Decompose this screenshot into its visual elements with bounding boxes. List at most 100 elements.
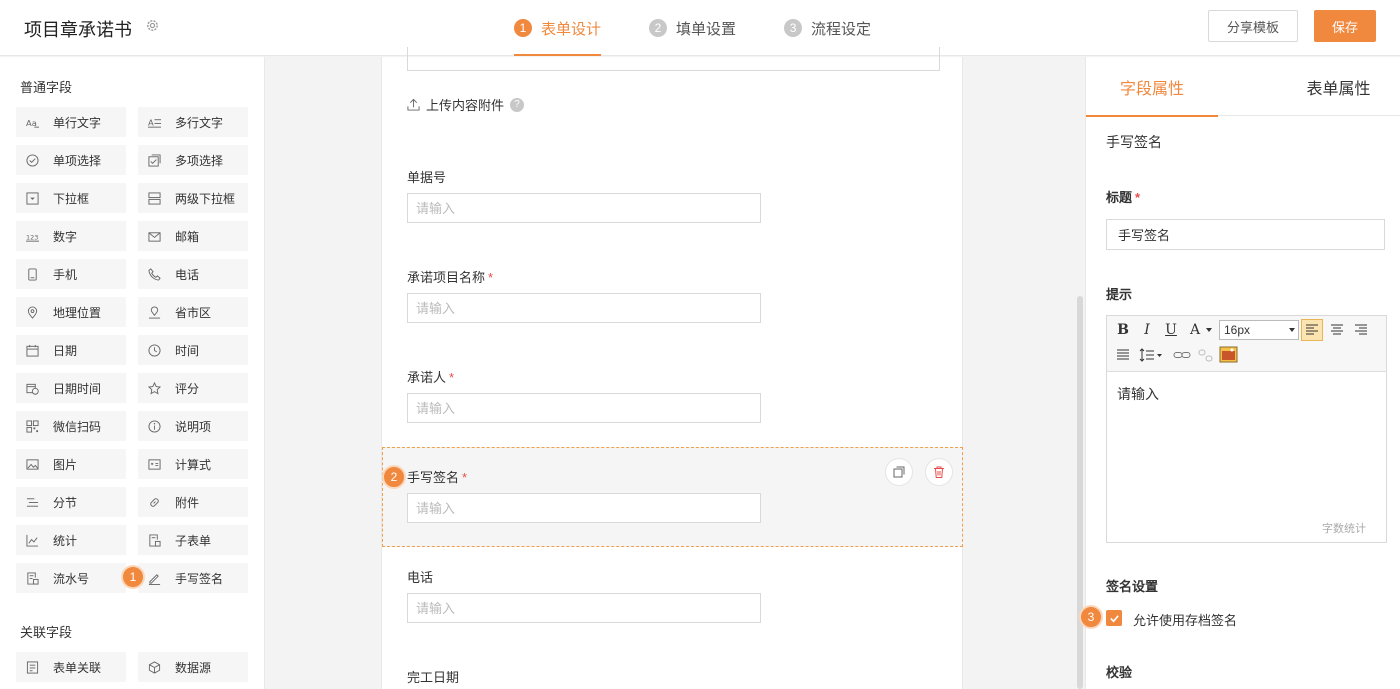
field-date[interactable]: 日期 bbox=[16, 335, 126, 365]
allow-archive-signature-checkbox[interactable] bbox=[1106, 610, 1122, 626]
field-image[interactable]: 图片 bbox=[16, 449, 126, 479]
validation-label: 校验 bbox=[1106, 665, 1133, 680]
text-aa-icon: Aa bbox=[26, 118, 39, 128]
field-formula[interactable]: 计算式 bbox=[138, 449, 248, 479]
step-badge-3: 3 bbox=[1079, 605, 1103, 629]
subform-icon bbox=[149, 533, 161, 547]
field-label: 子表单 bbox=[175, 533, 212, 548]
step-label: 流程设定 bbox=[811, 20, 872, 38]
field-location[interactable]: 地理位置 bbox=[16, 297, 126, 327]
justify-icon[interactable] bbox=[1115, 347, 1131, 363]
section-lines-icon bbox=[26, 497, 39, 507]
field-attachment[interactable]: 附件 bbox=[138, 487, 248, 517]
field-multi-choice[interactable]: 多项选择 bbox=[138, 145, 248, 175]
title-input[interactable] bbox=[1106, 219, 1385, 250]
bold-button[interactable]: B bbox=[1115, 320, 1131, 340]
field-label: 计算式 bbox=[175, 457, 212, 472]
field-label: 评分 bbox=[175, 381, 200, 396]
field-subform[interactable]: 子表单 bbox=[138, 525, 248, 555]
align-center-icon[interactable] bbox=[1329, 322, 1345, 338]
field-number[interactable]: 123 数字 bbox=[16, 221, 126, 251]
italic-button[interactable]: I bbox=[1139, 320, 1155, 340]
field-label: 手写签名 bbox=[175, 571, 224, 586]
promisor-input[interactable] bbox=[407, 393, 761, 423]
field-dropdown[interactable]: 下拉框 bbox=[16, 183, 126, 213]
field-title: 单据号 bbox=[407, 170, 447, 185]
svg-text:A: A bbox=[148, 117, 154, 127]
field-province-city[interactable]: 省市区 bbox=[138, 297, 248, 327]
underline-button[interactable]: U bbox=[1163, 320, 1179, 340]
field-email[interactable]: 邮箱 bbox=[138, 221, 248, 251]
share-template-button[interactable]: 分享模板 bbox=[1208, 10, 1298, 42]
field-label: 附件 bbox=[175, 495, 200, 510]
checkmark-icon bbox=[1109, 614, 1119, 622]
field-datetime[interactable]: 日期时间 bbox=[16, 373, 126, 403]
gear-icon[interactable] bbox=[145, 18, 160, 33]
title-label: 标题 * bbox=[1106, 190, 1141, 205]
clock-icon bbox=[148, 343, 161, 357]
field-label: 表单关联 bbox=[53, 660, 102, 675]
related-fields-title: 关联字段 bbox=[20, 625, 73, 640]
field-palette: 普通字段 Aa 单行文字 A 多行文字 单项选择 多项选择 下拉框 两级下拉框 12… bbox=[0, 57, 265, 689]
field-time[interactable]: 时间 bbox=[138, 335, 248, 365]
common-fields-title: 普通字段 bbox=[20, 80, 73, 95]
font-size-value: 16px bbox=[1224, 323, 1251, 337]
delete-field-button[interactable] bbox=[925, 458, 953, 486]
step-badge-2: 2 bbox=[382, 465, 406, 489]
checkbox-icon bbox=[148, 153, 161, 167]
field-rating[interactable]: 评分 bbox=[138, 373, 248, 403]
font-size-select[interactable]: 16px bbox=[1219, 320, 1299, 340]
field-label: 邮箱 bbox=[175, 229, 200, 244]
project-name-input[interactable] bbox=[407, 293, 761, 323]
step-badge-1: 1 bbox=[121, 565, 145, 589]
hint-editor-content[interactable]: 请输入 bbox=[1117, 384, 1159, 404]
field-label: 两级下拉框 bbox=[175, 191, 236, 206]
info-icon bbox=[148, 419, 161, 433]
field-data-source[interactable]: 数据源 bbox=[138, 652, 248, 682]
field-handwritten-signature[interactable]: 手写签名 bbox=[138, 563, 248, 593]
field-label: 时间 bbox=[175, 343, 200, 358]
signature-input[interactable] bbox=[407, 493, 761, 523]
canvas-scrollbar[interactable] bbox=[1077, 296, 1083, 689]
field-single-choice[interactable]: 单项选择 bbox=[16, 145, 126, 175]
field-title: 手写签名 * bbox=[407, 470, 468, 485]
field-phone[interactable]: 电话 bbox=[138, 259, 248, 289]
field-form-relation[interactable]: 表单关联 bbox=[16, 652, 126, 682]
document-number-input[interactable] bbox=[407, 193, 761, 223]
field-serial-number[interactable]: 流水号 bbox=[16, 563, 126, 593]
field-statistics[interactable]: 统计 bbox=[16, 525, 126, 555]
field-cascade-dropdown[interactable]: 两级下拉框 bbox=[138, 183, 248, 213]
field-label: 日期时间 bbox=[53, 381, 102, 396]
tab-field-properties[interactable]: 字段属性 bbox=[1086, 57, 1218, 117]
unlink-icon[interactable] bbox=[1197, 347, 1215, 363]
font-color-button[interactable]: A bbox=[1187, 320, 1203, 340]
calendar-icon bbox=[26, 344, 39, 357]
map-pin-icon bbox=[148, 306, 161, 319]
tab-form-properties[interactable]: 表单属性 bbox=[1276, 57, 1400, 116]
field-mobile[interactable]: 手机 bbox=[16, 259, 126, 289]
copy-field-button[interactable] bbox=[885, 458, 913, 486]
link-icon[interactable] bbox=[1173, 347, 1191, 363]
step-label: 表单设计 bbox=[541, 20, 602, 38]
phone-icon bbox=[148, 267, 161, 281]
field-description[interactable]: 说明项 bbox=[138, 411, 248, 441]
field-title: 完工日期 bbox=[407, 670, 460, 685]
form-title: 项目章承诺书 bbox=[24, 20, 132, 40]
upload-attachment-link[interactable]: 上传内容附件 ? bbox=[407, 95, 525, 114]
field-label: 微信扫码 bbox=[53, 419, 102, 434]
help-icon[interactable]: ? bbox=[510, 97, 525, 112]
insert-image-icon[interactable] bbox=[1219, 346, 1239, 364]
field-multi-line[interactable]: A 多行文字 bbox=[138, 107, 248, 137]
phone-input[interactable] bbox=[407, 593, 761, 623]
step-number: 2 bbox=[649, 19, 668, 37]
align-right-icon[interactable] bbox=[1353, 322, 1369, 338]
field-section[interactable]: 分节 bbox=[16, 487, 126, 517]
save-button[interactable]: 保存 bbox=[1314, 10, 1376, 42]
pen-icon bbox=[148, 573, 161, 585]
line-height-icon[interactable] bbox=[1139, 347, 1163, 363]
image-icon bbox=[26, 458, 39, 470]
align-left-icon[interactable] bbox=[1301, 319, 1323, 341]
field-single-line[interactable]: Aa 单行文字 bbox=[16, 107, 126, 137]
field-wechat-scan[interactable]: 微信扫码 bbox=[16, 411, 126, 441]
field-label: 统计 bbox=[53, 533, 78, 548]
